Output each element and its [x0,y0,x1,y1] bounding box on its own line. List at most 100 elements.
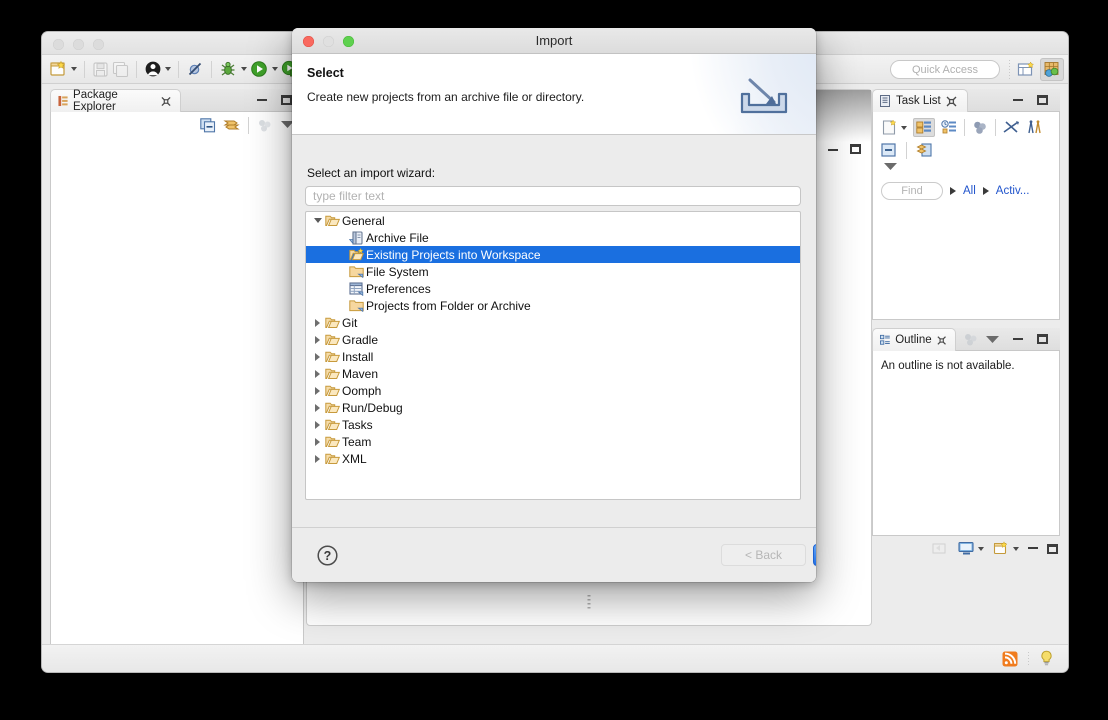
task-list-view-menu[interactable] [873,159,1059,171]
minimize-view-button[interactable] [1013,337,1023,340]
tree-row[interactable]: Maven [306,365,800,382]
minimize-view-button[interactable] [828,148,838,151]
debug-dropdown[interactable] [218,57,248,81]
folder-open-icon [324,350,341,363]
tree-row[interactable]: Git [306,314,800,331]
folder-open-icon [324,384,341,397]
chevron-right-icon[interactable] [311,454,324,463]
next-button[interactable]: Next > [813,544,816,566]
collapse-all-icon[interactable] [200,117,216,133]
maximize-view-button[interactable] [281,95,292,105]
tree-row[interactable]: Projects from Folder or Archive [306,297,800,314]
close-icon[interactable] [946,96,957,107]
new-view-dropdown[interactable] [993,541,1019,556]
tab-task-list[interactable]: Task List [872,89,968,112]
chevron-down-icon [165,67,171,71]
link-with-editor-icon[interactable] [916,143,933,158]
collapse-all-icon[interactable] [881,143,897,158]
java-perspective-icon [1044,62,1059,77]
tree-row[interactable]: Tasks [306,416,800,433]
minimize-button[interactable] [73,39,84,50]
filter-all-link[interactable]: All [963,185,976,197]
tree-row[interactable]: Install [306,348,800,365]
minimize-view-button[interactable] [1028,546,1038,549]
console-dropdown[interactable] [958,541,984,556]
new-task-dropdown[interactable] [881,119,907,136]
dialog-title-bar[interactable]: Import [292,28,816,54]
tree-row[interactable]: Preferences [306,280,800,297]
save-all-button[interactable] [111,57,130,81]
tree-row[interactable]: XML [306,450,800,467]
outline-panel: Outline An outline is not available. [872,328,1060,536]
outline-view-menu-icon[interactable] [985,335,1000,344]
maximize-view-button[interactable] [850,144,861,154]
chevron-down-icon[interactable] [311,218,324,223]
tree-row-selected[interactable]: Existing Projects into Workspace [306,246,800,263]
maximize-view-button[interactable] [1037,334,1048,344]
user-icon [145,61,161,77]
new-wizard-icon [50,60,66,76]
outline-filters-icon[interactable] [963,332,979,347]
wizard-tree[interactable]: General Archive File Existing Projects int… [305,211,801,500]
java-perspective-button[interactable] [1040,58,1064,81]
restore-tasks-icon[interactable] [1026,120,1043,135]
chevron-right-icon[interactable] [311,369,324,378]
save-button[interactable] [91,57,110,81]
filters-icon[interactable] [257,118,273,133]
quick-access-input[interactable]: Quick Access [890,60,1000,79]
sash-handle[interactable] [587,595,591,611]
categorized-presentation-button[interactable] [913,118,935,137]
back-button[interactable]: < Back [721,544,806,566]
tree-row[interactable]: Oomph [306,382,800,399]
skip-breakpoints-icon [188,62,202,76]
chevron-right-icon[interactable] [982,187,989,195]
tree-row[interactable]: Team [306,433,800,450]
close-button[interactable] [53,39,64,50]
toolbar-separator [178,60,179,78]
minimize-button[interactable] [323,36,334,47]
restore-icon[interactable] [932,541,949,556]
tree-row[interactable]: File System [306,263,800,280]
run-dropdown[interactable] [249,57,279,81]
zoom-button[interactable] [93,39,104,50]
focus-on-workweek-icon[interactable] [972,120,988,135]
minimize-view-button[interactable] [1013,98,1023,101]
tip-of-the-day-button[interactable] [1039,650,1054,667]
new-wizard-dropdown[interactable] [48,57,78,81]
skip-all-breakpoints-button[interactable] [185,57,205,81]
close-icon[interactable] [161,96,171,107]
chevron-right-icon[interactable] [311,437,324,446]
chevron-right-icon[interactable] [311,420,324,429]
chevron-right-icon[interactable] [311,386,324,395]
chevron-right-icon[interactable] [311,352,324,361]
chevron-right-icon[interactable] [950,187,956,195]
help-button[interactable]: ? [317,545,338,566]
tree-row[interactable]: Run/Debug [306,399,800,416]
feed-indicator-button[interactable] [1002,651,1018,667]
dialog-page-description: Create new projects from an archive file… [307,90,585,104]
status-separator [1028,651,1029,666]
tab-package-explorer[interactable]: Package Explorer [50,89,181,113]
maximize-view-button[interactable] [1037,95,1048,105]
link-with-editor-icon[interactable] [223,118,240,133]
user-profile-dropdown[interactable] [143,57,172,81]
scheduled-presentation-icon[interactable] [941,120,957,135]
chevron-right-icon[interactable] [311,403,324,412]
open-perspective-button[interactable] [1014,58,1038,81]
chevron-right-icon[interactable] [311,318,324,327]
filter-input[interactable]: type filter text [305,186,801,206]
tree-row[interactable]: Gradle [306,331,800,348]
tree-row[interactable]: Archive File [306,229,800,246]
zoom-button[interactable] [343,36,354,47]
task-list-panel: Task List Find All Activ... [872,89,1060,320]
synchronize-changed-icon[interactable] [1003,120,1020,135]
find-input[interactable]: Find [881,182,943,200]
filter-activate-link[interactable]: Activ... [996,185,1030,197]
close-icon[interactable] [937,335,946,346]
chevron-right-icon[interactable] [311,335,324,344]
maximize-view-button[interactable] [1047,543,1058,554]
tab-outline[interactable]: Outline [872,328,956,351]
close-button[interactable] [303,36,314,47]
minimize-view-button[interactable] [257,98,267,101]
tree-row[interactable]: General [306,212,800,229]
